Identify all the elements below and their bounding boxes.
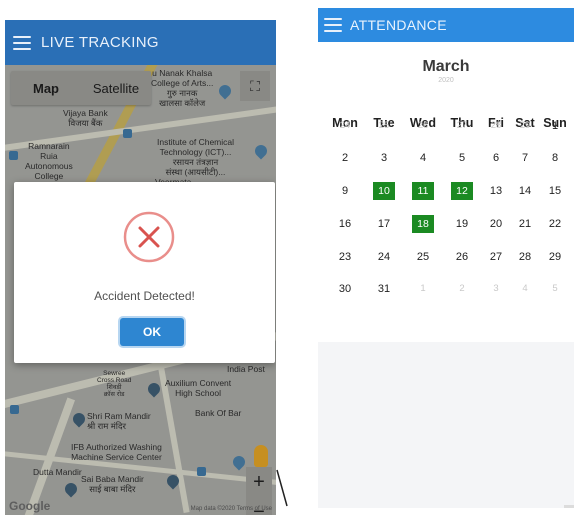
- live-tracking-screen: LIVE TRACKING Map Satellite ⛶ u Nanak Kh…: [5, 20, 276, 515]
- calendar-day[interactable]: 17: [373, 215, 395, 233]
- calendar-day[interactable]: 6: [485, 149, 507, 167]
- calendar-day[interactable]: 14: [514, 182, 536, 200]
- attendance-screen: ATTENDANCE March 2020 Mon Tue Wed Thu Fri Sat…: [318, 8, 574, 508]
- calendar-day[interactable]: 23: [334, 248, 356, 266]
- menu-icon[interactable]: [13, 35, 31, 50]
- calendar-day-outside-month: 1: [420, 283, 426, 294]
- calendar-day[interactable]: 13: [485, 182, 507, 200]
- calendar-day-outside-month: 3: [493, 283, 499, 294]
- calendar-day-outside-month: 28: [490, 120, 502, 131]
- calendar-day-outside-month: 24: [339, 120, 351, 131]
- calendar-day[interactable]: 15: [544, 182, 566, 200]
- page-title: ATTENDANCE: [350, 17, 447, 33]
- attendance-app-bar: ATTENDANCE: [318, 8, 574, 42]
- calendar-day[interactable]: 9: [334, 182, 356, 200]
- calendar-day-outside-month: 4: [522, 283, 528, 294]
- calendar-day[interactable]: 24: [373, 248, 395, 266]
- calendar-day[interactable]: 25: [412, 248, 434, 266]
- calendar-day[interactable]: 4: [412, 149, 434, 167]
- calendar-day-outside-month: 25: [378, 120, 390, 131]
- calendar-day-present[interactable]: 11: [412, 182, 434, 200]
- calendar-day[interactable]: 20: [485, 215, 507, 233]
- scroll-indicator: [564, 505, 574, 508]
- dialog-message: Accident Detected!: [94, 289, 195, 303]
- calendar-day[interactable]: 27: [485, 248, 507, 266]
- calendar-day[interactable]: 19: [451, 215, 473, 233]
- calendar-month: March: [422, 58, 470, 75]
- calendar-day-present[interactable]: 18: [412, 215, 434, 233]
- accident-alert-dialog: Accident Detected! OK: [14, 182, 275, 363]
- calendar-day-outside-month: 29: [519, 120, 531, 131]
- calendar-day[interactable]: 26: [451, 248, 473, 266]
- divider-line: [276, 469, 288, 507]
- calendar-day[interactable]: 3: [373, 149, 395, 167]
- menu-icon[interactable]: [324, 18, 342, 32]
- calendar-day-outside-month: 5: [552, 283, 558, 294]
- calendar-day[interactable]: 1: [544, 117, 566, 135]
- calendar-day[interactable]: 30: [334, 280, 356, 298]
- calendar-day[interactable]: 22: [544, 215, 566, 233]
- calendar-day[interactable]: 5: [451, 149, 473, 167]
- live-tracking-app-bar: LIVE TRACKING: [5, 20, 276, 65]
- page-title: LIVE TRACKING: [41, 34, 159, 51]
- calendar-day[interactable]: 28: [514, 248, 536, 266]
- calendar-day[interactable]: 21: [514, 215, 536, 233]
- attendance-calendar: March 2020 Mon Tue Wed Thu Fri Sat Sun 24 25 26 27…: [318, 42, 574, 342]
- calendar-day[interactable]: 2: [334, 149, 356, 167]
- calendar-day[interactable]: 29: [544, 248, 566, 266]
- calendar-day[interactable]: 16: [334, 215, 356, 233]
- calendar-day-outside-month: 26: [417, 120, 429, 131]
- calendar-year: 2020: [438, 77, 454, 84]
- calendar-day[interactable]: 8: [544, 149, 566, 167]
- ok-button[interactable]: OK: [120, 318, 184, 346]
- calendar-day-present[interactable]: 10: [373, 182, 395, 200]
- calendar-day-outside-month: 27: [456, 120, 468, 131]
- calendar-day[interactable]: 31: [373, 280, 395, 298]
- calendar-day-present[interactable]: 12: [451, 182, 473, 200]
- calendar-day[interactable]: 7: [514, 149, 536, 167]
- calendar-day-outside-month: 2: [459, 283, 465, 294]
- error-circle-x-icon: [123, 211, 175, 263]
